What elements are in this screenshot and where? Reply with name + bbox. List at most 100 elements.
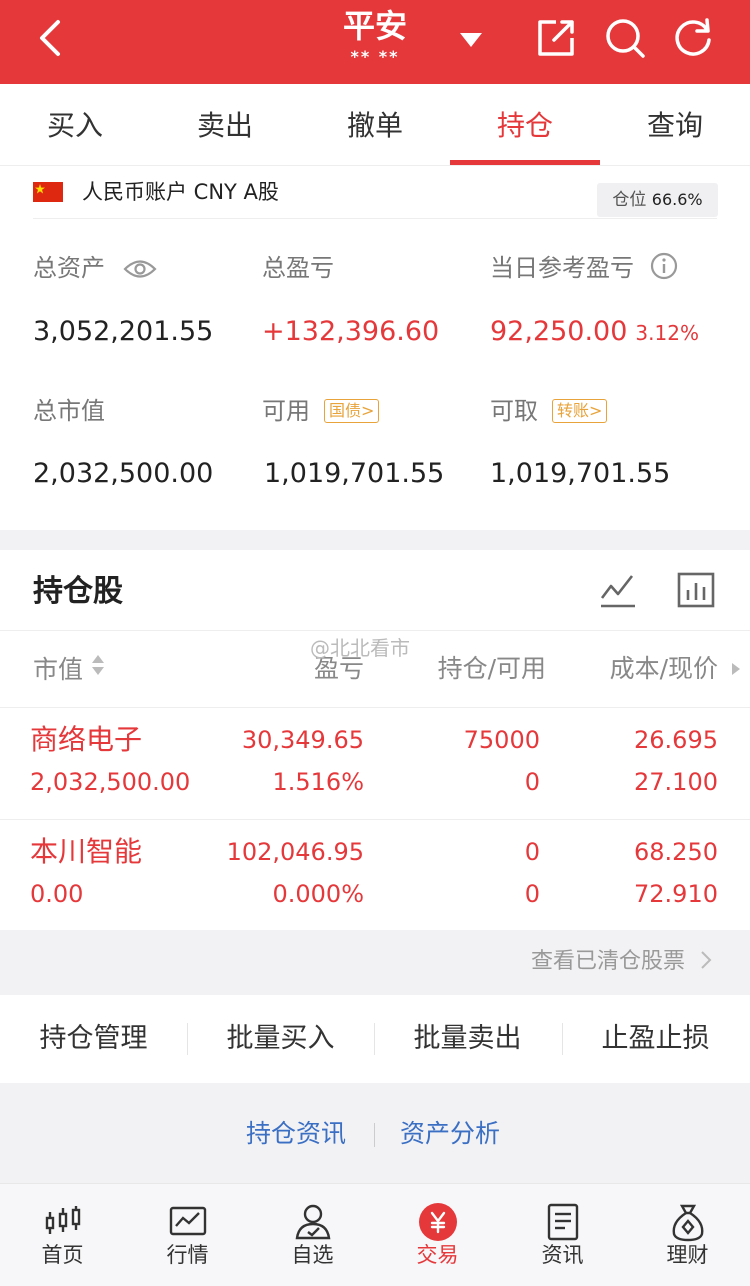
- masked-account-number: ** **: [350, 47, 400, 66]
- total-assets-value: 3,052,201.55: [33, 316, 214, 347]
- available-label: 可用 国债>: [262, 395, 380, 427]
- position-management-button[interactable]: 持仓管理: [0, 995, 187, 1083]
- stock-pl: 102,046.95: [226, 838, 364, 866]
- chevron-right-icon: [700, 946, 712, 982]
- stock-pl-percent: 1.516%: [272, 768, 364, 796]
- stock-cost: 26.695: [634, 726, 718, 754]
- chevron-down-icon[interactable]: [458, 30, 484, 50]
- daily-pl-label: 当日参考盈亏: [490, 252, 678, 288]
- nav-home[interactable]: 首页: [0, 1184, 125, 1286]
- treasury-bond-tag[interactable]: 国债>: [324, 399, 380, 423]
- nav-watchlist[interactable]: 自选: [250, 1184, 375, 1286]
- watermark: @北北看市: [310, 636, 410, 660]
- tab-holdings[interactable]: 持仓: [450, 84, 600, 166]
- news-document-icon: [543, 1202, 583, 1242]
- stock-name: 商络电子: [30, 723, 143, 756]
- sort-icon[interactable]: [91, 631, 105, 707]
- divider: [374, 1123, 375, 1147]
- holding-row[interactable]: 本川智能 0.00 102,046.95 0.000% 0 0 68.250 7…: [0, 820, 750, 932]
- page-title: 平安: [342, 7, 407, 45]
- total-pl-label: 总盈亏: [262, 254, 334, 282]
- trade-yen-icon: [418, 1202, 458, 1242]
- holding-actions: 持仓管理 批量买入 批量卖出 止盈止损: [0, 995, 750, 1083]
- column-market-value-label: 市值: [33, 655, 84, 684]
- position-value: 66.6%: [651, 190, 703, 209]
- asset-analysis-link[interactable]: 资产分析: [400, 1117, 500, 1151]
- available-label-text: 可用: [262, 397, 310, 425]
- column-market-value[interactable]: 市值: [33, 631, 105, 708]
- share-icon[interactable]: [534, 16, 578, 60]
- trade-tabs: 买入 卖出 撤单 持仓 查询: [0, 84, 750, 166]
- take-profit-stop-loss-button[interactable]: 止盈止损: [562, 995, 749, 1083]
- holding-row[interactable]: 商络电子 2,032,500.00 30,349.65 1.516% 75000…: [0, 708, 750, 820]
- bar-chart-icon[interactable]: [676, 570, 716, 610]
- bottom-navigation: 首页 行情 自选 交易 资讯 理财: [0, 1183, 750, 1286]
- holdings-section: 持仓股 市值 盈亏 持仓/可用 成本/现价 @北北看市 商络电子 2,032,5…: [0, 550, 750, 930]
- holdings-title: 持仓股: [33, 574, 123, 609]
- stock-position: 75000: [463, 726, 540, 754]
- home-candlestick-icon: [43, 1202, 83, 1242]
- position-ratio-badge: 仓位 66.6%: [597, 183, 718, 217]
- cleared-stocks-link[interactable]: 查看已清仓股票: [531, 944, 712, 982]
- account-title[interactable]: 平安 ** **: [300, 8, 450, 70]
- nav-home-label: 首页: [41, 1243, 84, 1267]
- nav-trade-label: 交易: [416, 1243, 459, 1267]
- batch-sell-button[interactable]: 批量卖出: [374, 995, 561, 1083]
- total-assets-label: 总资产: [33, 252, 157, 288]
- withdrawable-label: 可取 转账>: [490, 395, 608, 427]
- nav-wealth-label: 理财: [666, 1243, 709, 1267]
- stock-position: 0: [524, 838, 540, 866]
- withdrawable-value: 1,019,701.55: [490, 458, 671, 489]
- stock-available: 0: [524, 768, 540, 796]
- batch-buy-button[interactable]: 批量买入: [187, 995, 374, 1083]
- china-flag-icon: [33, 182, 63, 202]
- daily-pl-label-text: 当日参考盈亏: [490, 254, 634, 282]
- daily-pl-percent: 3.12%: [635, 321, 699, 345]
- divider: [33, 218, 717, 219]
- nav-news[interactable]: 资讯: [500, 1184, 625, 1286]
- total-assets-label-text: 总资产: [33, 254, 105, 282]
- active-tab-indicator: [450, 160, 600, 165]
- chevron-right-icon[interactable]: [730, 661, 742, 681]
- transfer-tag[interactable]: 转账>: [552, 399, 608, 423]
- position-label: 仓位: [612, 190, 647, 210]
- tab-buy[interactable]: 买入: [0, 84, 150, 166]
- withdrawable-label-text: 可取: [490, 397, 538, 425]
- tab-query[interactable]: 查询: [600, 84, 750, 166]
- nav-trade[interactable]: 交易: [375, 1184, 500, 1286]
- info-links: 持仓资讯 资产分析: [0, 1083, 750, 1183]
- money-bag-icon: [668, 1202, 708, 1242]
- column-cost-price[interactable]: 成本/现价: [560, 631, 718, 707]
- total-pl-value: +132,396.60: [262, 316, 440, 347]
- app-header: 平安 ** **: [0, 0, 750, 84]
- stock-price: 72.910: [634, 880, 718, 908]
- market-value-label: 总市值: [33, 397, 105, 425]
- nav-market-label: 行情: [166, 1243, 209, 1267]
- stock-pl: 30,349.65: [241, 726, 364, 754]
- market-chart-icon: [168, 1202, 208, 1242]
- tab-cancel[interactable]: 撤单: [300, 84, 450, 166]
- line-chart-icon[interactable]: [598, 570, 638, 610]
- stock-market-value: 2,032,500.00: [30, 768, 191, 796]
- search-icon[interactable]: [603, 16, 647, 60]
- eye-icon[interactable]: [123, 256, 157, 288]
- market-value-value: 2,032,500.00: [33, 458, 214, 489]
- available-value: 1,019,701.55: [264, 458, 445, 489]
- nav-wealth[interactable]: 理财: [625, 1184, 750, 1286]
- cleared-stocks-bar: 查看已清仓股票: [0, 930, 750, 994]
- holding-news-link[interactable]: 持仓资讯: [246, 1117, 346, 1151]
- nav-market[interactable]: 行情: [125, 1184, 250, 1286]
- stock-pl-percent: 0.000%: [272, 880, 364, 908]
- back-icon[interactable]: [30, 16, 74, 60]
- info-icon[interactable]: [650, 252, 678, 288]
- nav-news-label: 资讯: [541, 1243, 584, 1267]
- account-summary: 人民币账户 CNY A股 仓位 66.6% 总资产 总盈亏 当日参考盈亏 3,0…: [0, 166, 750, 530]
- daily-pl-value: 92,250.00 3.12%: [490, 315, 699, 350]
- stock-price: 27.100: [634, 768, 718, 796]
- nav-watchlist-label: 自选: [291, 1243, 334, 1267]
- tab-sell[interactable]: 卖出: [150, 84, 300, 166]
- account-type-label: 人民币账户 CNY A股: [82, 180, 279, 204]
- refresh-icon[interactable]: [671, 16, 715, 60]
- stock-market-value: 0.00: [30, 880, 84, 908]
- stock-name: 本川智能: [30, 835, 143, 868]
